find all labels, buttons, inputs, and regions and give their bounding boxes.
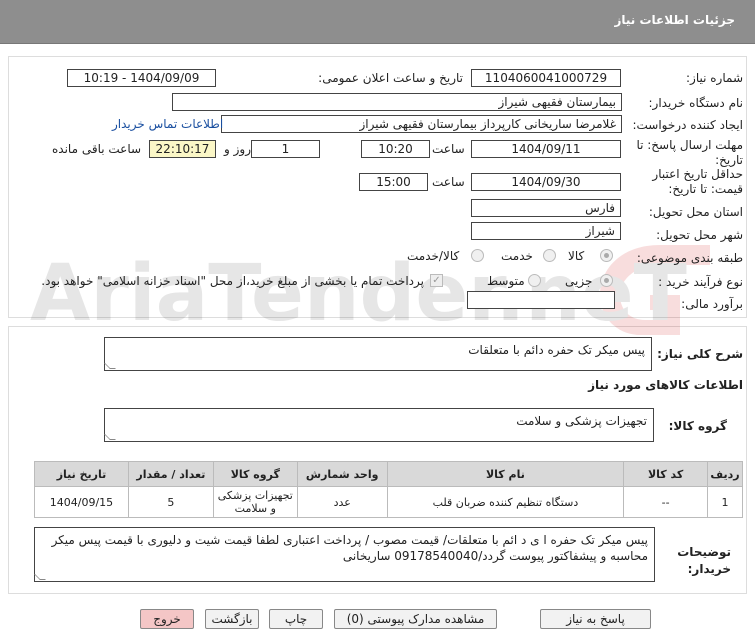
cell-unit: عدد	[296, 486, 388, 518]
cell-name: دستگاه تنظیم کننده ضربان قلب	[386, 486, 625, 518]
col-header-unit: واحد شمارش	[296, 461, 388, 487]
col-header-group: گروه کالا	[212, 461, 298, 487]
treasury-payment-note: پرداخت تمام یا بخشی از مبلغ خرید،از محل …	[41, 274, 424, 288]
col-header-need-date: تاریخ نیاز	[34, 461, 129, 487]
category-radio-service[interactable]	[543, 249, 556, 262]
remaining-time-field: 22:10:17	[149, 140, 216, 158]
category-option-both: کالا/خدمت	[407, 249, 460, 263]
announce-label: تاریخ و ساعت اعلان عمومی:	[318, 71, 463, 85]
deadline-time-label: ساعت	[432, 142, 465, 156]
exit-button[interactable]: خروج	[140, 609, 194, 629]
page-title: جزئیات اطلاعات نیاز	[614, 13, 735, 27]
goods-table: ردیف کد کالا نام کالا واحد شمارش گروه کا…	[34, 461, 743, 518]
treasury-payment-checkbox[interactable]: ✓	[430, 274, 443, 287]
table-header-row: ردیف کد کالا نام کالا واحد شمارش گروه کا…	[34, 461, 743, 487]
col-header-row-number: ردیف	[707, 461, 743, 487]
back-button[interactable]: بازگشت	[205, 609, 259, 629]
deadline-date-field: 1404/09/11	[471, 140, 621, 158]
col-header-code: کد کالا	[623, 461, 709, 487]
cell-need-date: 1404/09/15	[34, 486, 129, 518]
deadline-label-date: تاریخ:	[715, 153, 743, 167]
validity-label-date: قیمت: تا تاریخ:	[668, 182, 743, 196]
resize-grip-icon[interactable]	[104, 363, 116, 369]
estimate-label: برآورد مالی:	[681, 297, 743, 311]
goods-group-field: تجهیزات پزشکی و سلامت	[104, 408, 654, 442]
buyer-contact-link[interactable]: اطلاعات تماس خریدار	[112, 117, 223, 131]
attachments-button[interactable]: مشاهده مدارک پیوستی (0)	[334, 609, 497, 629]
category-radio-goods[interactable]	[600, 249, 613, 262]
buyer-notes-text: پیس میکر تک حفره ا ی د ائم با متعلقات/ ق…	[51, 533, 648, 563]
process-option-medium: متوسط	[487, 274, 525, 288]
city-label: شهر محل تحویل:	[656, 228, 743, 242]
estimate-field[interactable]	[467, 291, 615, 309]
validity-time-label: ساعت	[432, 175, 465, 189]
cell-row-number: 1	[707, 486, 743, 518]
reply-button[interactable]: پاسخ به نیاز	[540, 609, 651, 629]
cell-group: تجهیزات پزشکی و سلامت	[212, 486, 298, 518]
province-label: استان محل تحویل:	[648, 205, 743, 219]
city-field: شیراز	[471, 222, 621, 240]
validity-label: حداقل تاریخ اعتبار	[652, 167, 743, 181]
process-radio-medium[interactable]	[528, 274, 541, 287]
process-label: نوع فرآیند خرید :	[658, 275, 743, 289]
announce-field: 1404/09/09 - 10:19	[67, 69, 216, 87]
category-radio-both[interactable]	[471, 249, 484, 262]
validity-date-field: 1404/09/30	[471, 173, 621, 191]
province-field: فارس	[471, 199, 621, 217]
summary-text: پیس میکر تک حفره دائم با متعلقات	[468, 343, 645, 357]
process-option-minor: جزیی	[565, 274, 593, 288]
creator-field: غلامرضا ساریخانی کارپرداز بیمارستان فقیه…	[221, 115, 622, 133]
resize-grip-icon[interactable]	[34, 574, 46, 580]
table-row[interactable]: 1 -- دستگاه تنظیم کننده ضربان قلب عدد تج…	[34, 486, 743, 518]
cell-code: --	[623, 486, 709, 518]
buyer-notes-label: توضیحات خریدار:	[677, 545, 731, 576]
col-header-name: نام کالا	[386, 461, 625, 487]
need-number-label: شماره نیاز:	[686, 71, 743, 85]
days-remaining-field: 1	[251, 140, 320, 158]
process-radio-minor[interactable]	[600, 274, 613, 287]
cell-quantity: 5	[127, 486, 214, 518]
deadline-time-field: 10:20	[361, 140, 430, 158]
buyer-org-field: بیمارستان فقیهی شیراز	[172, 93, 622, 111]
goods-section-title: اطلاعات کالاهای مورد نیاز	[588, 378, 743, 392]
category-label: طبقه بندی موضوعی:	[636, 251, 743, 265]
summary-field: پیس میکر تک حفره دائم با متعلقات	[104, 337, 652, 371]
print-button[interactable]: چاپ	[269, 609, 323, 629]
buyer-org-label: نام دستگاه خریدار:	[648, 96, 744, 110]
validity-time-field: 15:00	[359, 173, 428, 191]
category-option-service: خدمت	[501, 249, 533, 263]
remaining-time-label: ساعت باقی مانده	[52, 142, 142, 156]
col-header-quantity: تعداد / مقدار	[127, 461, 214, 487]
need-number-field: 1104060041000729	[471, 69, 621, 87]
deadline-label: مهلت ارسال پاسخ: تا	[636, 138, 743, 152]
category-option-goods: کالا	[568, 249, 585, 263]
resize-grip-icon[interactable]	[104, 434, 116, 440]
goods-group-text: تجهیزات پزشکی و سلامت	[516, 414, 647, 428]
buyer-notes-field: پیس میکر تک حفره ا ی د ائم با متعلقات/ ق…	[34, 527, 655, 582]
goods-group-label: گروه کالا:	[668, 419, 727, 433]
summary-label: شرح کلی نیاز:	[657, 347, 743, 361]
creator-label: ایجاد کننده درخواست:	[632, 118, 743, 132]
days-label: روز و	[224, 142, 251, 156]
